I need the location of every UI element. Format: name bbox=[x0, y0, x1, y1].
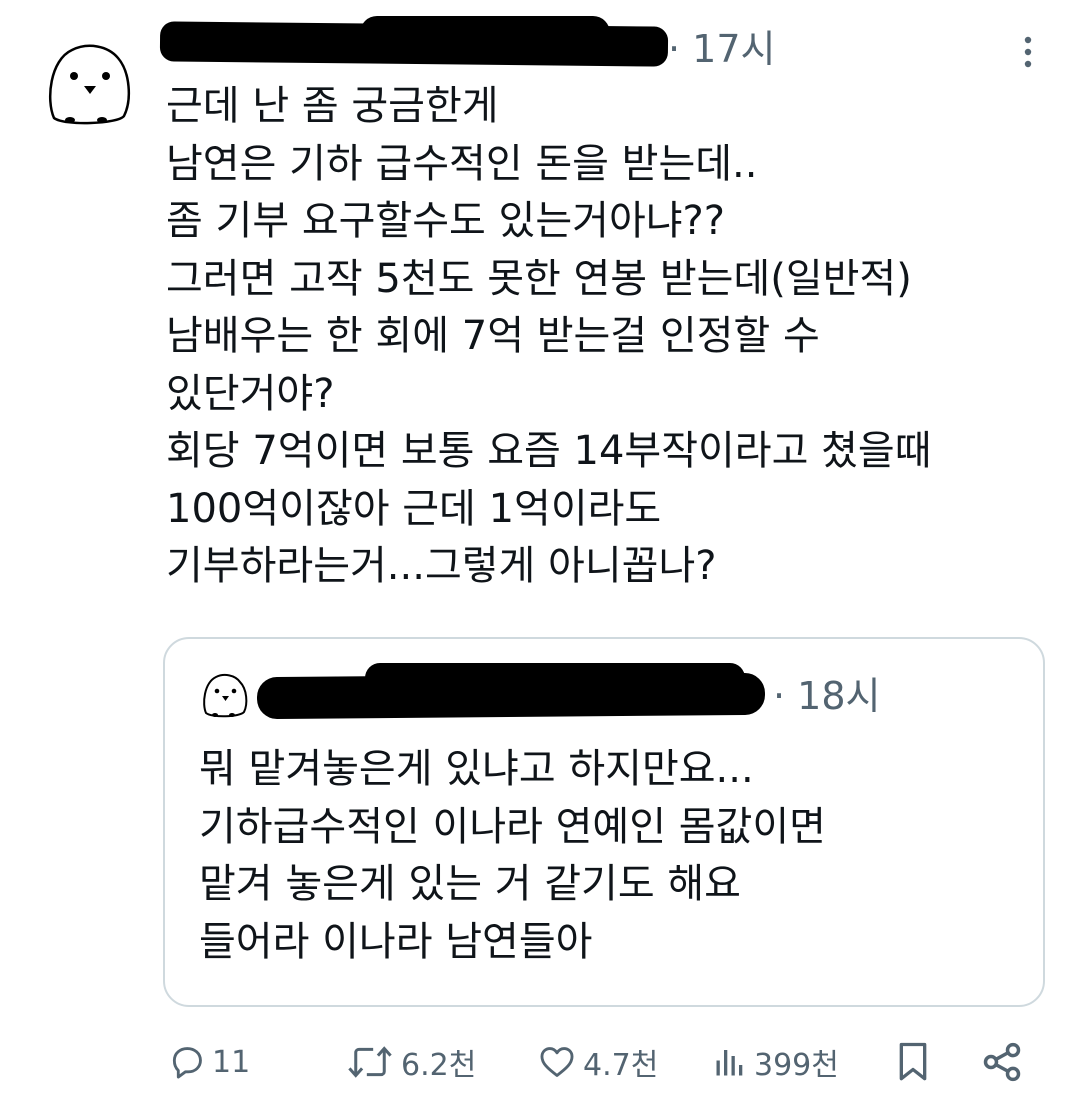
quote-line: 맡겨 놓은게 있는 거 같기도 해요 bbox=[199, 861, 741, 907]
quoted-tweet-timestamp[interactable]: · 18시 bbox=[773, 673, 880, 719]
heart-icon bbox=[540, 1047, 574, 1077]
views-count: 399천 bbox=[754, 1048, 839, 1083]
tweet-line: 그러면 고작 5천도 못한 연봉 받는데(일반적) bbox=[166, 255, 912, 302]
tweet-line: 회당 7억이면 보통 요즘 14부작이라고 쳤을때 bbox=[166, 428, 932, 474]
quote-line: 기하급수적인 이나라 연예인 몸값이면 bbox=[199, 803, 826, 850]
views-icon bbox=[716, 1050, 743, 1076]
tweet-text: 근데 난 좀 궁금한게 남연은 기하 급수적인 돈을 받는데.. 좀 기부 요구… bbox=[166, 78, 1046, 596]
bookmark-icon bbox=[899, 1042, 927, 1081]
tweet-line: 남배우는 한 회에 7억 받는걸 인정할 수 bbox=[166, 313, 820, 359]
reply-button[interactable]: 11 bbox=[168, 1038, 250, 1086]
tweet-line: 근데 난 좀 궁금한게 bbox=[166, 83, 499, 129]
tweet-line: 있단거야? bbox=[166, 370, 335, 417]
tweet-line: 기부하라는거...그렇게 아니꼽나? bbox=[166, 543, 717, 589]
tweet-line: 좀 기부 요구할수도 있는거아냐?? bbox=[166, 198, 726, 244]
redacted-quoted-author-name-ext bbox=[365, 663, 745, 693]
tweet-line: 100억이잖아 근데 1억이라도 bbox=[166, 485, 662, 532]
bookmark-button[interactable] bbox=[893, 1038, 933, 1086]
redacted-author-name-ext bbox=[360, 16, 610, 50]
share-button[interactable] bbox=[980, 1038, 1024, 1086]
author-avatar[interactable] bbox=[44, 40, 134, 130]
tweet-line: 남연은 기하 급수적인 돈을 받는데.. bbox=[166, 140, 758, 187]
reply-icon bbox=[172, 1047, 202, 1079]
quote-line: 뭐 맡겨놓은게 있냐고 하지만요... bbox=[199, 746, 754, 792]
retweet-count: 6.2천 bbox=[401, 1048, 477, 1083]
quote-line: 들어라 이나라 남연들아 bbox=[199, 918, 593, 965]
tweet-timestamp[interactable]: · 17시 bbox=[668, 26, 775, 72]
retweet-icon bbox=[348, 1046, 392, 1078]
quoted-author-avatar bbox=[203, 673, 248, 718]
more-options-icon[interactable] bbox=[1010, 32, 1046, 72]
share-icon bbox=[983, 1042, 1021, 1082]
reply-count: 11 bbox=[212, 1044, 251, 1080]
quoted-tweet-card[interactable]: · 18시 뭐 맡겨놓은게 있냐고 하지만요... 기하급수적인 이나라 연예인… bbox=[163, 637, 1045, 1007]
like-count: 4.7천 bbox=[583, 1048, 659, 1083]
views-button[interactable]: 399천 bbox=[712, 1038, 839, 1086]
retweet-button[interactable]: 6.2천 bbox=[345, 1038, 476, 1086]
quoted-tweet-text: 뭐 맡겨놓은게 있냐고 하지만요... 기하급수적인 이나라 연예인 몸값이면 … bbox=[199, 741, 1019, 971]
like-button[interactable]: 4.7천 bbox=[537, 1038, 658, 1086]
